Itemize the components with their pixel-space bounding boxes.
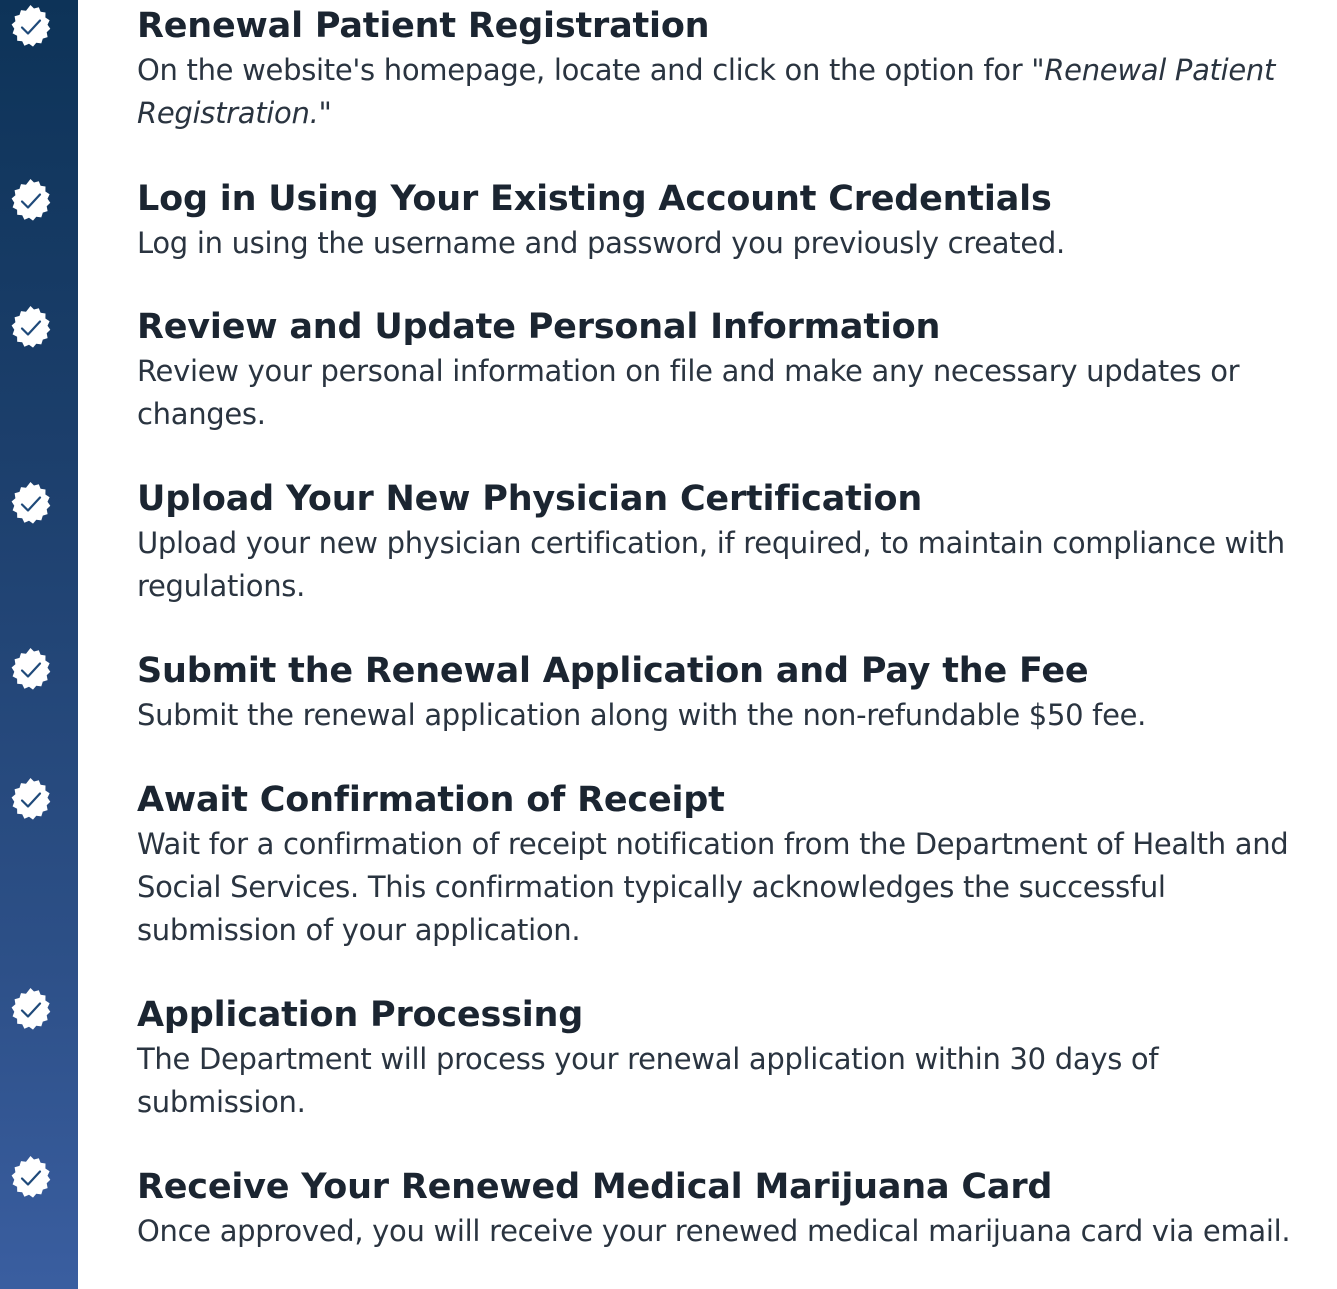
step-application-processing: Application Processing The Department wi… xyxy=(137,992,1332,1124)
step-description: Once approved, you will receive your ren… xyxy=(137,1214,1291,1248)
step-description-text: " xyxy=(318,96,332,130)
renewal-steps-page: Renewal Patient Registration On the webs… xyxy=(0,0,1337,1289)
step-description: Log in using the username and password y… xyxy=(137,226,1065,260)
check-badge-icon xyxy=(5,1152,56,1203)
step-description: Upload your new physician certification,… xyxy=(137,526,1285,603)
step-review-update: Review and Update Personal Information R… xyxy=(137,304,1332,436)
check-badge-icon xyxy=(5,175,56,226)
step-title: Log in Using Your Existing Account Crede… xyxy=(137,179,1052,219)
step-description: Wait for a confirmation of receipt notif… xyxy=(137,827,1289,947)
step-receive-card: Receive Your Renewed Medical Marijuana C… xyxy=(137,1164,1332,1253)
check-badge-icon xyxy=(5,1,56,52)
step-description: Submit the renewal application along wit… xyxy=(137,698,1147,732)
check-badge-icon xyxy=(5,644,56,695)
step-submit-pay: Submit the Renewal Application and Pay t… xyxy=(137,648,1332,737)
step-title: Review and Update Personal Information xyxy=(137,307,941,347)
step-title: Upload Your New Physician Certification xyxy=(137,479,923,519)
check-badge-icon xyxy=(5,302,56,353)
check-badge-icon xyxy=(5,478,56,529)
step-title: Application Processing xyxy=(137,995,584,1035)
step-log-in: Log in Using Your Existing Account Crede… xyxy=(137,176,1332,265)
check-badge-icon xyxy=(5,984,56,1035)
step-title: Receive Your Renewed Medical Marijuana C… xyxy=(137,1167,1053,1207)
check-badge-icon xyxy=(5,774,56,825)
step-upload-certification: Upload Your New Physician Certification … xyxy=(137,476,1332,608)
step-title: Submit the Renewal Application and Pay t… xyxy=(137,651,1089,691)
step-renewal-patient-registration: Renewal Patient Registration On the webs… xyxy=(137,3,1332,135)
step-title: Renewal Patient Registration xyxy=(137,6,710,46)
step-title: Await Confirmation of Receipt xyxy=(137,780,725,820)
step-description: On the website's homepage, locate and cl… xyxy=(137,49,1332,135)
step-description: The Department will process your renewal… xyxy=(137,1042,1159,1119)
step-description: Review your personal information on file… xyxy=(137,354,1240,431)
step-await-confirmation: Await Confirmation of Receipt Wait for a… xyxy=(137,777,1332,952)
step-description-text: On the website's homepage, locate and cl… xyxy=(137,53,1045,87)
